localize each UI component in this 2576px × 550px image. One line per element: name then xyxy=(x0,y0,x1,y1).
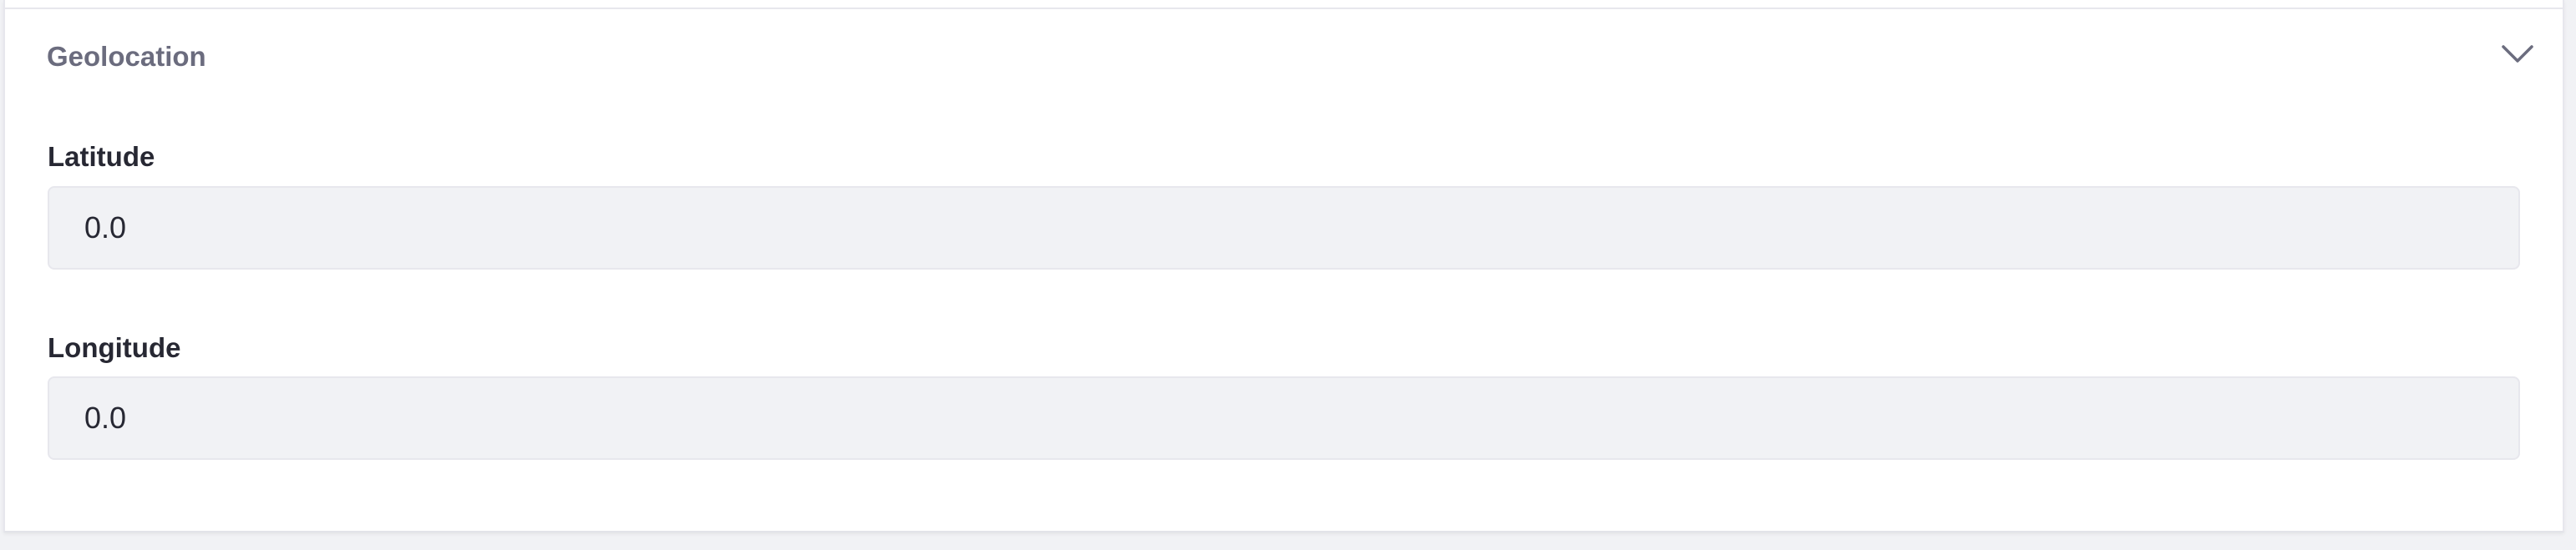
geolocation-panel: Geolocation Latitude Longitude xyxy=(3,0,2564,532)
geolocation-panel-header[interactable]: Geolocation xyxy=(5,9,2563,106)
panel-title: Geolocation xyxy=(47,41,206,72)
latitude-input[interactable] xyxy=(48,186,2520,270)
longitude-input[interactable] xyxy=(48,376,2520,460)
latitude-label: Latitude xyxy=(48,141,155,172)
chevron-down-icon[interactable] xyxy=(2501,43,2534,65)
longitude-label: Longitude xyxy=(48,332,181,363)
